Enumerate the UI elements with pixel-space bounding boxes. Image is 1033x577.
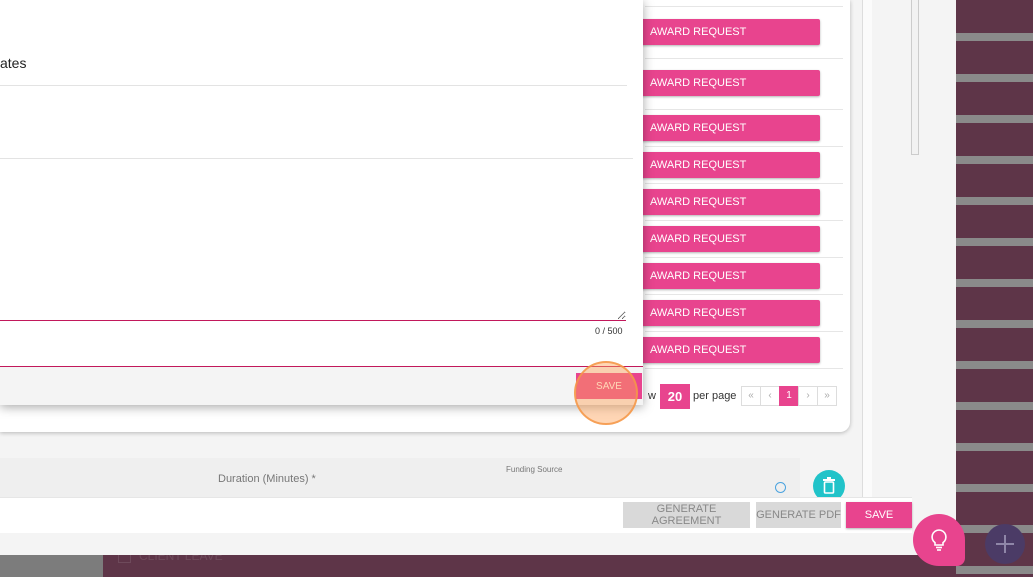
row-divider: [645, 109, 843, 110]
row-divider: [645, 368, 843, 369]
plus-icon: [996, 535, 1014, 553]
page-size-select[interactable]: 20: [660, 384, 690, 409]
generate-agreement-button[interactable]: GENERATE AGREEMENT: [623, 502, 750, 528]
row-divider: [645, 58, 843, 59]
lightbulb-icon: [931, 529, 947, 551]
duration-label: Duration (Minutes) *: [218, 473, 316, 485]
funding-source-label: Funding Source: [506, 465, 563, 474]
row-divider: [645, 183, 843, 184]
page-button-current[interactable]: 1: [779, 386, 799, 406]
award-request-button[interactable]: AWARD REQUEST: [640, 70, 820, 96]
award-request-button[interactable]: AWARD REQUEST: [640, 115, 820, 141]
modal-save-button[interactable]: SAVE: [576, 373, 642, 399]
row-divider: [645, 294, 843, 295]
award-request-button[interactable]: AWARD REQUEST: [640, 337, 820, 363]
panel-scrollbar[interactable]: [911, 0, 919, 155]
trash-icon: [823, 477, 835, 494]
award-request-button[interactable]: AWARD REQUEST: [640, 19, 820, 45]
row-divider: [645, 257, 843, 258]
row-divider: [645, 6, 843, 7]
row-divider: [645, 146, 843, 147]
award-request-button[interactable]: AWARD REQUEST: [640, 226, 820, 252]
modal-divider: [0, 85, 627, 86]
generate-pdf-button[interactable]: GENERATE PDF: [756, 502, 841, 528]
save-button[interactable]: SAVE: [846, 502, 912, 528]
award-request-button[interactable]: AWARD REQUEST: [640, 263, 820, 289]
pagination: « ‹ 1 › »: [741, 386, 837, 406]
award-request-button[interactable]: AWARD REQUEST: [640, 189, 820, 215]
per-page-label: per page: [693, 390, 737, 402]
char-count: 0 / 500: [595, 326, 623, 336]
next-page-button[interactable]: ›: [798, 386, 818, 406]
add-fab-button[interactable]: [985, 524, 1025, 564]
last-page-button[interactable]: »: [817, 386, 837, 406]
row-divider: [645, 220, 843, 221]
notes-modal: ates 0 / 500 SAVE: [0, 0, 643, 405]
info-icon[interactable]: [775, 482, 786, 493]
modal-field-label: ates: [0, 55, 27, 71]
show-label: w: [648, 390, 656, 402]
notes-textarea[interactable]: [0, 159, 626, 321]
award-request-button[interactable]: AWARD REQUEST: [640, 152, 820, 178]
modal-footer: [0, 367, 643, 405]
prev-page-button[interactable]: ‹: [760, 386, 780, 406]
idea-fab-button[interactable]: [913, 514, 965, 566]
service-form-row: [0, 458, 800, 498]
background-list: [956, 0, 1033, 577]
panel-rail: [862, 0, 872, 500]
award-request-button[interactable]: AWARD REQUEST: [640, 300, 820, 326]
row-divider: [645, 331, 843, 332]
first-page-button[interactable]: «: [741, 386, 761, 406]
